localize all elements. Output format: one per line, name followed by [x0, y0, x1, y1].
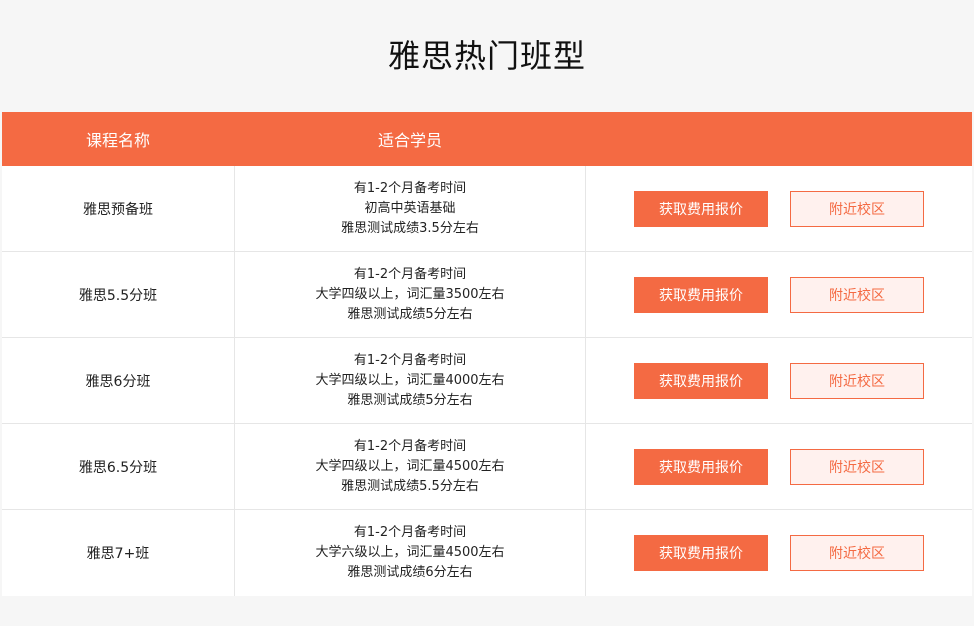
header-course-name: 课程名称 — [85, 131, 150, 150]
suitable-students: 有1-2个月备考时间 大学四级以上，词汇量3500左右 雅思测试成绩5分左右 — [235, 252, 586, 337]
table-row: 雅思预备班 有1-2个月备考时间 初高中英语基础 雅思测试成绩3.5分左右 获取… — [2, 166, 972, 252]
table-row: 雅思7+班 有1-2个月备考时间 大学六级以上，词汇量4500左右 雅思测试成绩… — [2, 510, 972, 596]
nearby-campus-button[interactable]: 附近校区 — [790, 448, 924, 485]
get-quote-button[interactable]: 获取费用报价 — [634, 362, 768, 399]
suitable-students: 有1-2个月备考时间 大学四级以上，词汇量4000左右 雅思测试成绩5分左右 — [235, 338, 586, 423]
suit-line: 雅思测试成绩3.5分左右 — [341, 220, 479, 236]
row-actions: 获取费用报价 附近校区 — [586, 252, 972, 337]
suit-line: 有1-2个月备考时间 — [353, 438, 467, 454]
page: 雅思热门班型 课程名称 适合学员 雅思预备班 有1-2个月备考时间 初高中英语基… — [0, 0, 974, 626]
suit-line: 大学四级以上，词汇量4000左右 — [315, 372, 505, 388]
nearby-campus-button[interactable]: 附近校区 — [790, 362, 924, 399]
suitable-students: 有1-2个月备考时间 初高中英语基础 雅思测试成绩3.5分左右 — [235, 166, 586, 251]
suit-line: 雅思测试成绩5分左右 — [347, 392, 473, 408]
page-title: 雅思热门班型 — [387, 37, 586, 75]
nearby-campus-button[interactable]: 附近校区 — [790, 276, 924, 313]
suit-line: 有1-2个月备考时间 — [353, 352, 467, 368]
table-row: 雅思6分班 有1-2个月备考时间 大学四级以上，词汇量4000左右 雅思测试成绩… — [2, 338, 972, 424]
suit-line: 大学四级以上，词汇量3500左右 — [315, 286, 505, 302]
suit-line: 有1-2个月备考时间 — [353, 266, 467, 282]
suit-line: 有1-2个月备考时间 — [353, 525, 467, 540]
header-suitable-students: 适合学员 — [377, 131, 442, 150]
suit-line: 大学六级以上，词汇量4500左右 — [315, 545, 505, 560]
row-actions: 获取费用报价 附近校区 — [586, 166, 972, 251]
row-actions: 获取费用报价 附近校区 — [586, 338, 972, 423]
get-quote-button[interactable]: 获取费用报价 — [634, 448, 768, 485]
suit-line: 雅思测试成绩6分左右 — [347, 565, 473, 580]
get-quote-button[interactable]: 获取费用报价 — [634, 535, 768, 571]
row-actions: 获取费用报价 附近校区 — [586, 510, 972, 596]
table-row: 雅思5.5分班 有1-2个月备考时间 大学四级以上，词汇量3500左右 雅思测试… — [2, 252, 972, 338]
course-name: 雅思5.5分班 — [2, 252, 235, 337]
course-name: 雅思6分班 — [2, 338, 235, 423]
suit-line: 雅思测试成绩5分左右 — [347, 306, 473, 322]
course-name: 雅思6.5分班 — [2, 424, 235, 509]
suit-line: 大学四级以上，词汇量4500左右 — [315, 458, 505, 474]
course-table: 课程名称 适合学员 雅思预备班 有1-2个月备考时间 初高中英语基础 雅思测试成… — [2, 112, 972, 596]
row-actions: 获取费用报价 附近校区 — [586, 424, 972, 509]
nearby-campus-button[interactable]: 附近校区 — [790, 190, 924, 227]
table-row: 雅思6.5分班 有1-2个月备考时间 大学四级以上，词汇量4500左右 雅思测试… — [2, 424, 972, 510]
get-quote-button[interactable]: 获取费用报价 — [634, 276, 768, 313]
course-name: 雅思7+班 — [2, 510, 235, 596]
suit-line: 雅思测试成绩5.5分左右 — [341, 478, 479, 494]
suit-line: 初高中英语基础 — [364, 200, 456, 216]
course-name: 雅思预备班 — [2, 166, 235, 251]
nearby-campus-button[interactable]: 附近校区 — [790, 535, 924, 571]
suit-line: 有1-2个月备考时间 — [353, 180, 467, 196]
suitable-students: 有1-2个月备考时间 大学六级以上，词汇量4500左右 雅思测试成绩6分左右 — [235, 510, 586, 596]
table-header: 课程名称 适合学员 — [2, 112, 972, 166]
get-quote-button[interactable]: 获取费用报价 — [634, 190, 768, 227]
suitable-students: 有1-2个月备考时间 大学四级以上，词汇量4500左右 雅思测试成绩5.5分左右 — [235, 424, 586, 509]
